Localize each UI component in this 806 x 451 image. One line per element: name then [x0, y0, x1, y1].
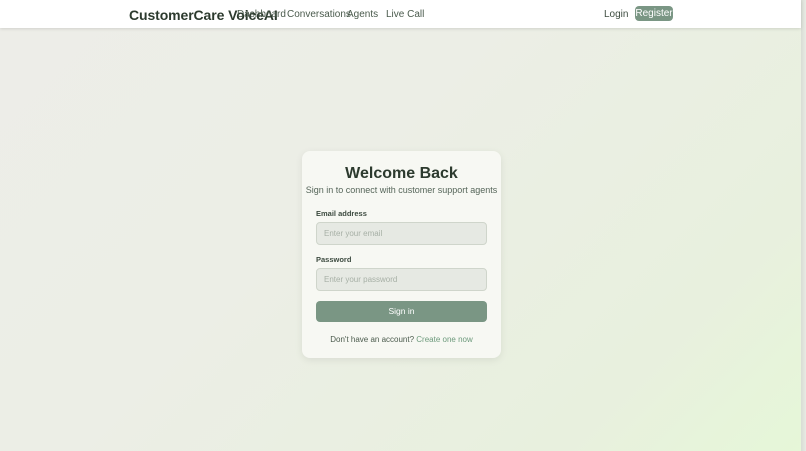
- nav-link-live-call[interactable]: Live Call: [386, 9, 424, 20]
- nav-link-conversations[interactable]: Conversations: [287, 9, 351, 20]
- login-link[interactable]: Login: [604, 9, 628, 20]
- password-field[interactable]: [316, 268, 487, 291]
- sign-in-button[interactable]: Sign in: [316, 301, 487, 322]
- login-card: Welcome Back Sign in to connect with cus…: [302, 151, 501, 358]
- nav-link-dashboard[interactable]: Dashboard: [237, 9, 286, 20]
- page-scrollbar[interactable]: [801, 0, 806, 451]
- login-subtitle: Sign in to connect with customer support…: [305, 185, 498, 195]
- password-label: Password: [316, 255, 352, 264]
- nav-link-agents[interactable]: Agents: [347, 9, 378, 20]
- register-prompt-text: Don't have an account?: [330, 335, 415, 344]
- create-account-link[interactable]: Create one now: [416, 335, 472, 344]
- top-navbar: CustomerCare VoiceAI Dashboard Conversat…: [0, 0, 801, 28]
- email-field[interactable]: [316, 222, 487, 245]
- register-button[interactable]: Register: [635, 6, 673, 21]
- login-title: Welcome Back: [345, 165, 458, 182]
- register-prompt: Don't have an account? Create one now: [302, 335, 501, 344]
- email-label: Email address: [316, 209, 367, 218]
